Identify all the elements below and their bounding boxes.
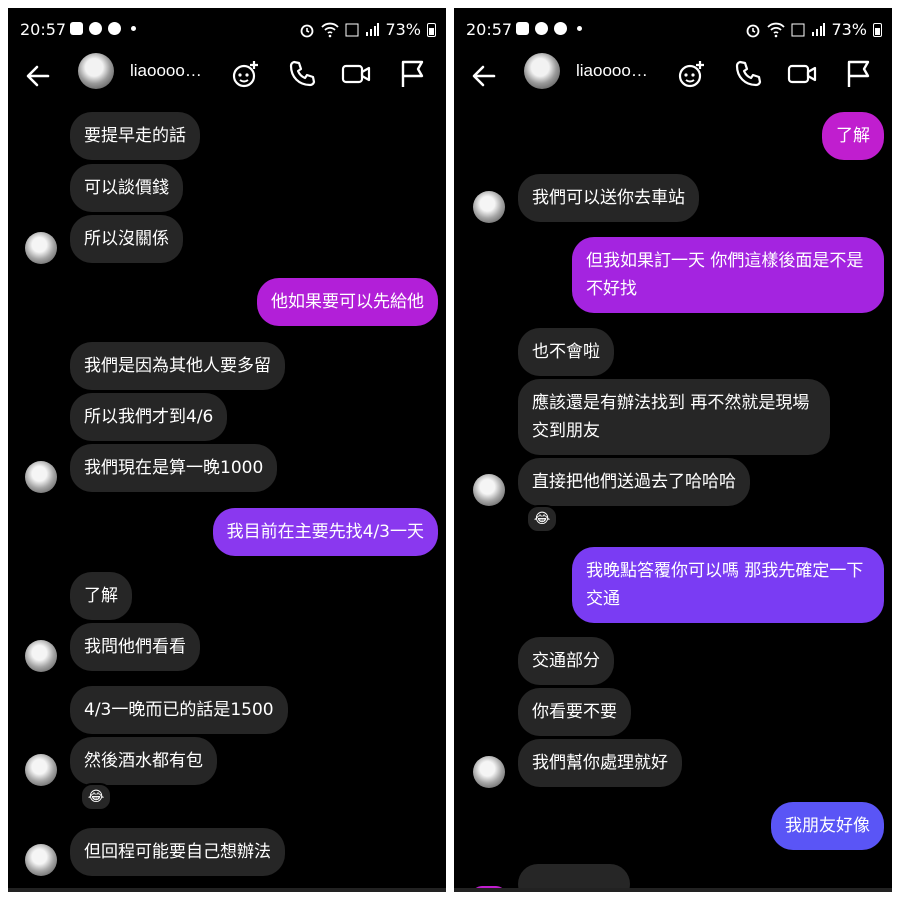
- message-sent[interactable]: 但我如果訂一天 你們這樣後面是不是 不好找: [572, 237, 884, 313]
- sender-avatar[interactable]: [473, 756, 505, 788]
- message-received[interactable]: 所以沒關係: [70, 215, 183, 263]
- message-received[interactable]: 直接把他們送過去了哈哈哈: [518, 458, 750, 506]
- message-received[interactable]: 所以我們才到4/6: [70, 393, 228, 441]
- back-arrow-icon[interactable]: [468, 60, 500, 92]
- status-time: 20:57: [466, 20, 513, 39]
- report-flag-icon[interactable]: [842, 58, 874, 90]
- sender-avatar[interactable]: [25, 232, 57, 264]
- contact-name[interactable]: liaoooo…: [130, 61, 202, 81]
- battery-percent: 73%: [385, 20, 421, 39]
- message-received[interactable]: 你看要不要: [518, 688, 631, 736]
- message-sent[interactable]: 了解: [822, 112, 884, 160]
- pinterest-icon: [554, 22, 567, 35]
- message-sent[interactable]: 我晚點答覆你可以嗎 那我先確定一下 交通: [572, 547, 884, 623]
- alarm-icon: [301, 24, 314, 37]
- volte-icon: [345, 23, 359, 36]
- wifi-icon: [767, 22, 786, 37]
- message-received[interactable]: 我們現在是算一晚1000: [70, 444, 278, 492]
- report-flag-icon[interactable]: [396, 58, 428, 90]
- more-notifications-icon: [131, 26, 136, 31]
- battery-icon: [427, 22, 436, 37]
- battery-percent: 73%: [831, 20, 867, 39]
- volte-icon: [791, 23, 805, 36]
- line-icon: [89, 22, 102, 35]
- message-received[interactable]: 我們幫你處理就好: [518, 739, 682, 787]
- video-call-icon[interactable]: [786, 58, 818, 90]
- message-received[interactable]: 要提早走的話: [70, 112, 200, 160]
- sender-avatar[interactable]: [25, 461, 57, 493]
- video-call-icon[interactable]: [340, 58, 372, 90]
- back-arrow-icon[interactable]: [22, 60, 54, 92]
- contact-avatar[interactable]: [524, 53, 560, 89]
- sender-avatar[interactable]: [25, 640, 57, 672]
- contact-avatar[interactable]: [78, 53, 114, 89]
- sticker-effects-icon[interactable]: [676, 58, 708, 90]
- reaction-emoji[interactable]: 😂: [80, 783, 112, 811]
- alarm-icon: [747, 24, 760, 37]
- chat-screen-left: 20:57 73% liaoooo… 要提早走的話 可以談價錢 所以沒關係 他如…: [8, 8, 446, 892]
- gallery-icon: [516, 22, 529, 35]
- wifi-icon: [321, 22, 340, 37]
- message-received[interactable]: 我們是因為其他人要多留: [70, 342, 285, 390]
- composer-edge: [454, 888, 892, 892]
- gallery-icon: [70, 22, 83, 35]
- chat-screen-right: 20:57 73% liaoooo… 了解 我們可以送你去車站 但我如果訂一天 …: [454, 8, 892, 892]
- signal-icon: [812, 22, 826, 36]
- phone-call-icon[interactable]: [732, 58, 764, 90]
- sender-avatar[interactable]: [473, 191, 505, 223]
- message-received[interactable]: 了解: [70, 572, 132, 620]
- sticker-effects-icon[interactable]: [230, 58, 262, 90]
- more-notifications-icon: [577, 26, 582, 31]
- message-received[interactable]: 交通部分: [518, 637, 614, 685]
- composer-edge: [8, 888, 446, 892]
- signal-icon: [366, 22, 380, 36]
- message-received[interactable]: 4/3一晚而已的話是1500: [70, 686, 288, 734]
- message-received[interactable]: 然後酒水都有包: [70, 737, 217, 785]
- message-sent[interactable]: 我目前在主要先找4/3一天: [212, 508, 438, 556]
- message-received[interactable]: 應該還是有辦法找到 再不然就是現場 交到朋友: [518, 379, 830, 455]
- status-bar: 20:57 73%: [8, 8, 446, 48]
- message-received[interactable]: 可以談價錢: [70, 164, 183, 212]
- message-received[interactable]: 但回程可能要自己想辦法: [70, 828, 285, 876]
- status-bar: 20:57 73%: [454, 8, 892, 48]
- status-time: 20:57: [20, 20, 67, 39]
- contact-name[interactable]: liaoooo…: [576, 61, 648, 81]
- phone-call-icon[interactable]: [286, 58, 318, 90]
- battery-icon: [873, 22, 882, 37]
- pinterest-icon: [108, 22, 121, 35]
- line-icon: [535, 22, 548, 35]
- message-sent[interactable]: 他如果要可以先給他: [257, 278, 438, 326]
- reaction-emoji[interactable]: 😂: [526, 505, 558, 533]
- sender-avatar[interactable]: [473, 474, 505, 506]
- message-received[interactable]: 也不會啦: [518, 328, 614, 376]
- chat-header: liaoooo…: [8, 48, 446, 108]
- sender-avatar[interactable]: [25, 754, 57, 786]
- chat-header: liaoooo…: [454, 48, 892, 108]
- message-received[interactable]: 我問他們看看: [70, 623, 200, 671]
- message-sent[interactable]: 我朋友好像: [771, 802, 884, 850]
- sender-avatar[interactable]: [25, 844, 57, 876]
- message-received[interactable]: 我們可以送你去車站: [518, 174, 699, 222]
